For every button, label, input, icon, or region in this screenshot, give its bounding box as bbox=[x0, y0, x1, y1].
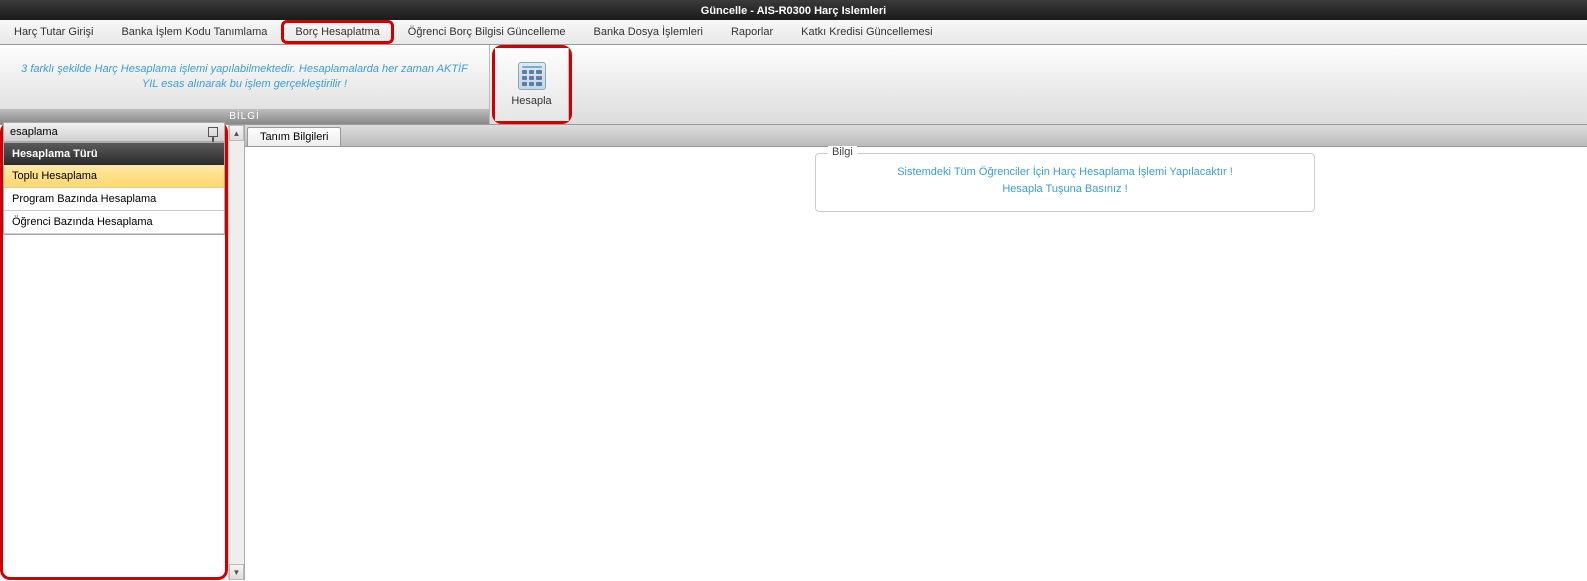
sidebar-panel: esaplama Hesaplama Türü Toplu Hesaplama … bbox=[0, 122, 228, 580]
menu-raporlar[interactable]: Raporlar bbox=[717, 20, 787, 44]
menu-bar: Harç Tutar Girişi Banka İşlem Kodu Tanım… bbox=[0, 20, 1587, 45]
sidebar-title: esaplama bbox=[10, 126, 58, 138]
scroll-down-arrow-icon[interactable]: ▼ bbox=[229, 564, 244, 580]
tabs-strip: Tanım Bilgileri bbox=[245, 125, 1587, 146]
menu-harc-tutar-girisi[interactable]: Harç Tutar Girişi bbox=[0, 20, 107, 44]
sidebar-item-program-bazinda[interactable]: Program Bazında Hesaplama bbox=[4, 188, 224, 211]
scroll-track[interactable] bbox=[229, 141, 244, 564]
ribbon-bar: 3 farklı şekilde Harç Hesaplama işlemi y… bbox=[0, 45, 1587, 125]
hesapla-button[interactable]: Hesapla bbox=[495, 48, 569, 121]
sidebar-list-header: Hesaplama Türü bbox=[4, 143, 224, 165]
window-title-bar: Güncelle - AIS-R0300 Harç Islemleri bbox=[0, 0, 1587, 20]
calculator-icon bbox=[518, 62, 546, 90]
window-title: Güncelle - AIS-R0300 Harç Islemleri bbox=[701, 5, 886, 17]
fieldset-message: Sistemdeki Tüm Öğrenciler İçin Harç Hesa… bbox=[828, 164, 1302, 197]
pin-icon[interactable] bbox=[208, 127, 218, 137]
ribbon-info-section: 3 farklı şekilde Harç Hesaplama işlemi y… bbox=[0, 45, 490, 124]
main-content: Tanım Bilgileri Bilgi Sistemdeki Tüm Öğr… bbox=[244, 125, 1587, 580]
menu-katki-kredisi-guncellemesi[interactable]: Katkı Kredisi Güncellemesi bbox=[787, 20, 946, 44]
sidebar-header: esaplama bbox=[3, 122, 225, 142]
sidebar-item-toplu-hesaplama[interactable]: Toplu Hesaplama bbox=[4, 165, 224, 188]
ribbon-info-text: 3 farklı şekilde Harç Hesaplama işlemi y… bbox=[0, 45, 489, 109]
hesapla-label: Hesapla bbox=[511, 95, 551, 107]
bilgi-fieldset: Bilgi Sistemdeki Tüm Öğrenciler İçin Har… bbox=[815, 153, 1315, 212]
menu-banka-dosya-islemleri[interactable]: Banka Dosya İşlemleri bbox=[580, 20, 717, 44]
menu-ogrenci-borc-guncelleme[interactable]: Öğrenci Borç Bilgisi Güncelleme bbox=[394, 20, 580, 44]
sidebar-item-ogrenci-bazinda[interactable]: Öğrenci Bazında Hesaplama bbox=[4, 211, 224, 234]
sidebar-scrollbar[interactable]: ▲ ▼ bbox=[228, 125, 244, 580]
scroll-up-arrow-icon[interactable]: ▲ bbox=[229, 125, 244, 141]
body-area: esaplama Hesaplama Türü Toplu Hesaplama … bbox=[0, 125, 1587, 580]
menu-borc-hesaplatma[interactable]: Borç Hesaplatma bbox=[281, 20, 393, 44]
fieldset-legend: Bilgi bbox=[828, 146, 857, 158]
tab-tanim-bilgileri[interactable]: Tanım Bilgileri bbox=[247, 127, 341, 146]
menu-banka-islem-kodu[interactable]: Banka İşlem Kodu Tanımlama bbox=[107, 20, 281, 44]
ribbon-action-highlight: Hesapla bbox=[492, 45, 572, 124]
content-pane: Bilgi Sistemdeki Tüm Öğrenciler İçin Har… bbox=[245, 146, 1587, 580]
sidebar-list: Hesaplama Türü Toplu Hesaplama Program B… bbox=[3, 142, 225, 235]
